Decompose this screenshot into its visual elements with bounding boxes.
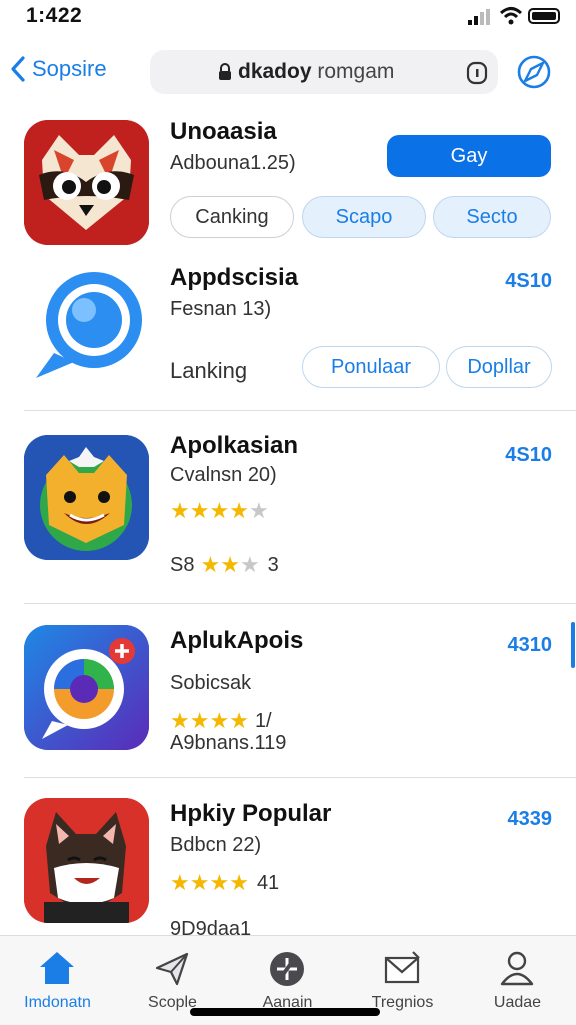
star-rating: ★ ★ ★ ★ 1/	[170, 708, 272, 734]
app-subtitle: Sobicsak	[170, 672, 252, 694]
star-icon: ★	[189, 870, 210, 895]
chip-sector[interactable]: Secto	[433, 196, 551, 238]
person-icon	[500, 951, 534, 986]
app-name[interactable]: Appdscisia	[170, 264, 298, 292]
star-icon: ★	[189, 708, 210, 733]
url-bar[interactable]: dkadoy romgam	[150, 50, 498, 94]
row-divider	[24, 410, 576, 411]
lock-icon	[219, 63, 231, 80]
nav-bar: Sopsire dkadoy romgam	[0, 46, 576, 102]
url-domain: dkadoy	[238, 60, 312, 83]
star-rating: ★ ★ ★ ★ ★	[170, 498, 269, 524]
url-path: romgam	[317, 60, 395, 83]
battery-icon	[528, 8, 560, 24]
star-icon: ★	[209, 498, 230, 523]
tab-profile[interactable]: Uadae	[460, 936, 575, 1025]
chip-ranking[interactable]: Canking	[170, 196, 294, 238]
rating-value: 1/	[254, 709, 272, 732]
star-rating: ★ ★ ★ ★ 41	[170, 870, 279, 896]
chat-bubble-icon	[24, 258, 149, 383]
star-icon: ★	[170, 498, 190, 523]
star-icon: ★	[229, 870, 249, 895]
safari-compass-icon[interactable]	[516, 54, 552, 90]
reload-icon[interactable]	[466, 61, 488, 85]
price-label[interactable]: 4339	[508, 808, 553, 831]
chip-scope[interactable]: Scapo	[302, 196, 426, 238]
row-divider	[24, 603, 576, 604]
raccoon-icon	[24, 120, 149, 245]
app-name[interactable]: Unoaasia	[170, 118, 277, 146]
paper-plane-icon	[155, 952, 189, 986]
star-empty-icon: ★	[239, 552, 260, 577]
app-name[interactable]: Hpkiy Popular	[170, 800, 331, 828]
app-subtitle: Adbouna1.25)	[170, 152, 296, 174]
app-icon-cat[interactable]	[24, 798, 149, 923]
row-divider	[24, 777, 576, 778]
compass-icon	[270, 952, 304, 986]
cat-face-icon	[24, 798, 149, 923]
chevron-left-icon	[11, 56, 25, 82]
ranking-label: Lanking	[170, 358, 248, 383]
back-button[interactable]: Sopsire	[10, 56, 107, 82]
app-subtitle: Cvalnsn 20)	[170, 464, 277, 486]
app-name[interactable]: Apolkasian	[170, 432, 298, 460]
star-icon: ★	[170, 870, 190, 895]
price-label[interactable]: 4S10	[505, 270, 552, 293]
wifi-icon	[500, 7, 522, 25]
chip-dollar[interactable]: Dopllar	[446, 346, 552, 388]
star-icon: ★	[170, 708, 190, 733]
app-extra-info: A9bnans.119	[170, 732, 287, 754]
chip-popular[interactable]: Ponulaar	[302, 346, 440, 388]
star-empty-icon: ★	[248, 498, 269, 523]
star-icon: ★	[200, 552, 221, 577]
tab-label: Imdonatn	[24, 994, 91, 1011]
price-label[interactable]: 4310	[508, 634, 553, 657]
status-bar: 1:422	[0, 0, 576, 40]
app-icon-chat[interactable]	[24, 258, 149, 383]
app-icon-camera-chat[interactable]	[24, 625, 149, 750]
star-icon: ★	[189, 498, 210, 523]
price-label[interactable]: 4S10	[505, 444, 552, 467]
back-label: Sopsire	[32, 56, 107, 81]
rating-summary: S8 ★ ★ ★ 3	[170, 552, 279, 578]
fox-face-icon	[24, 435, 149, 560]
star-icon: ★	[229, 708, 249, 733]
home-indicator	[190, 1008, 380, 1016]
envelope-icon	[384, 951, 420, 984]
rating-count: S8	[170, 553, 195, 576]
tab-label: Uadae	[493, 994, 542, 1011]
get-button[interactable]: Gay	[387, 135, 551, 177]
tab-home[interactable]: Imdonatn	[0, 936, 115, 1025]
scroll-indicator[interactable]	[571, 622, 575, 668]
star-icon: ★	[209, 870, 230, 895]
app-icon-fox[interactable]	[24, 435, 149, 560]
rating-value: 3	[267, 553, 279, 576]
home-icon	[40, 952, 74, 984]
app-name[interactable]: AplukApois	[170, 627, 303, 655]
star-icon: ★	[229, 498, 249, 523]
colorful-chat-icon	[24, 625, 149, 750]
status-time: 1:422	[26, 4, 83, 27]
star-icon: ★	[220, 552, 240, 577]
app-subtitle: Fesnan 13)	[170, 298, 272, 320]
url-text: dkadoy romgam	[238, 60, 394, 84]
app-subtitle: Bdbcn 22)	[170, 834, 262, 856]
star-icon: ★	[209, 708, 230, 733]
cellular-signal-icon	[468, 9, 490, 25]
rating-value: 41	[256, 871, 280, 894]
app-icon-raccoon[interactable]	[24, 120, 149, 245]
